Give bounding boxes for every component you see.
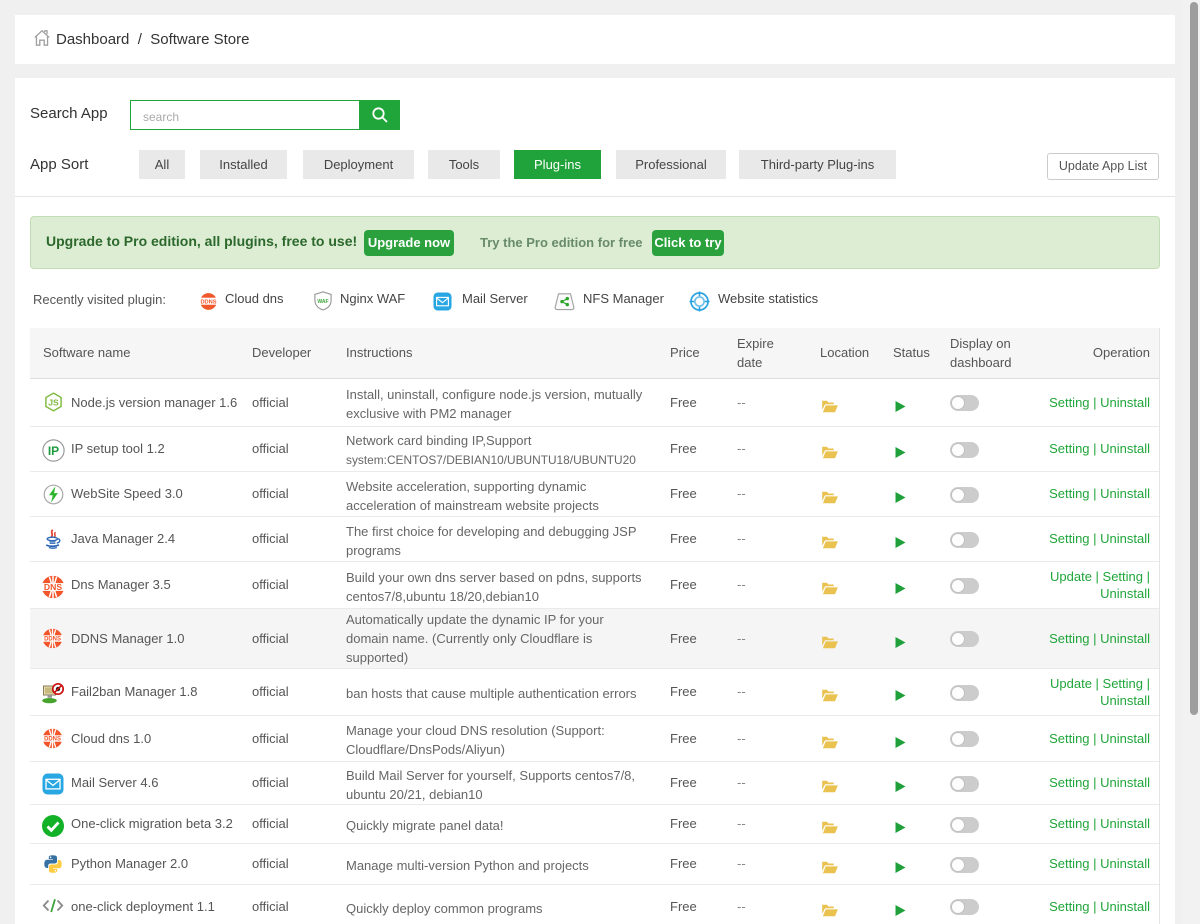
svg-text:IP: IP: [48, 444, 59, 458]
svg-text:DNS: DNS: [44, 581, 62, 591]
svg-text:JS: JS: [48, 397, 59, 407]
svg-text:DDNS: DDNS: [44, 737, 61, 743]
svg-text:DDNS: DDNS: [200, 299, 216, 305]
svg-text:WAF: WAF: [317, 299, 328, 305]
svg-text:DDNS: DDNS: [44, 637, 61, 643]
